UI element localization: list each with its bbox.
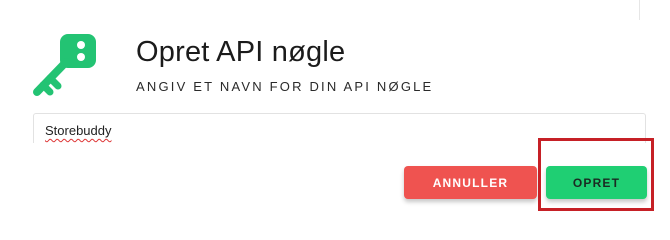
key-icon <box>33 34 96 96</box>
dialog-subtitle: ANGIV ET NAVN FOR DIN API NØGLE <box>136 79 434 94</box>
dialog-title: Opret API nøgle <box>136 36 346 68</box>
cancel-button[interactable]: ANNULLER <box>404 166 537 199</box>
divider <box>639 0 640 20</box>
input-value: Storebuddy <box>45 123 112 138</box>
api-key-name-input[interactable]: Storebuddy <box>33 113 646 143</box>
create-api-key-dialog: Opret API nøgle ANGIV ET NAVN FOR DIN AP… <box>0 0 670 224</box>
create-button[interactable]: OPRET <box>546 166 647 199</box>
